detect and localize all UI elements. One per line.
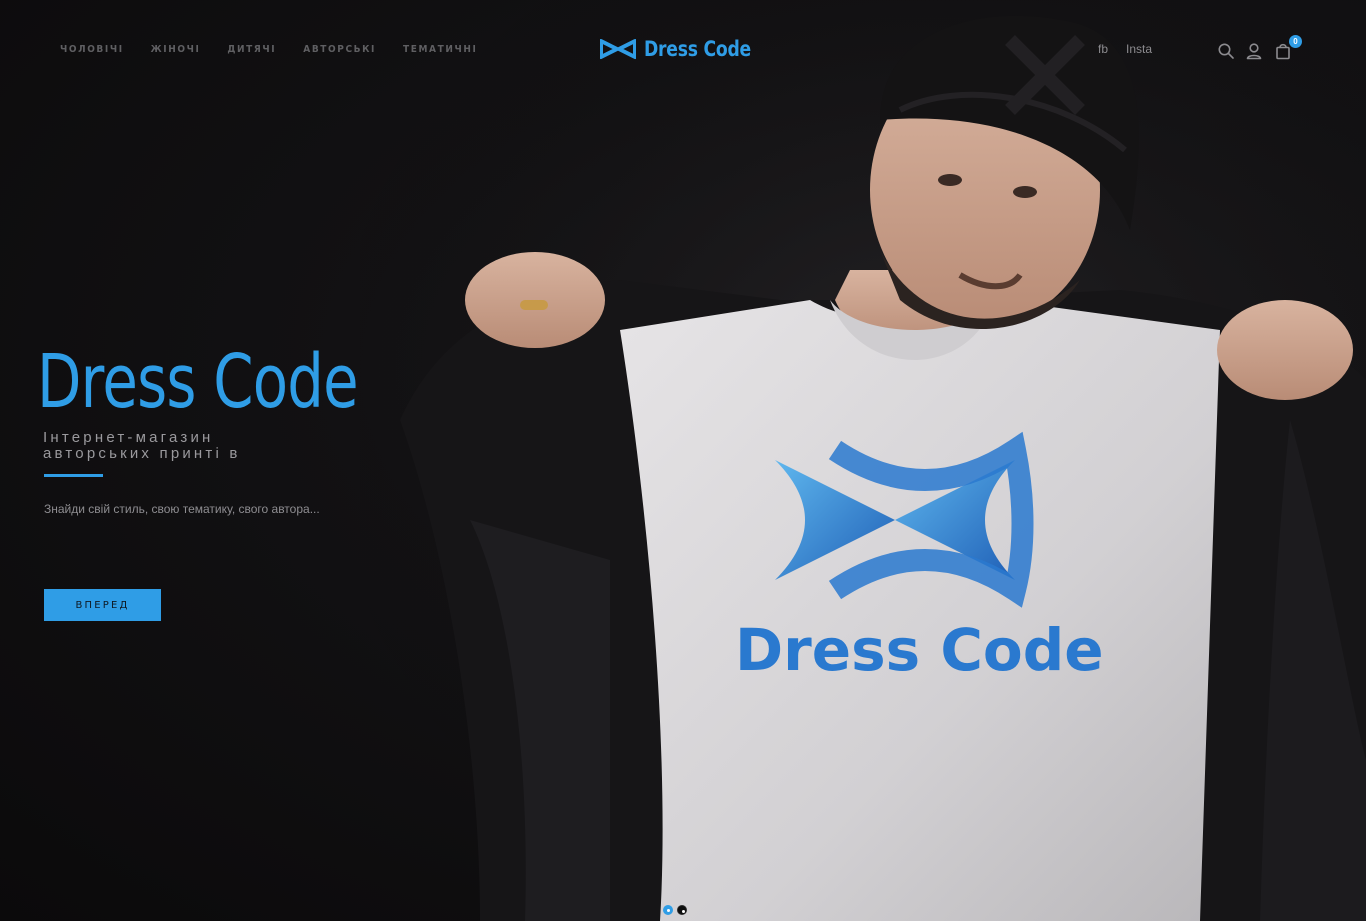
forward-button[interactable]: ВПЕРЕД [44,589,161,621]
search-icon[interactable] [1217,42,1235,60]
nav-item-women[interactable]: жіночі [151,44,201,55]
instagram-link[interactable]: Insta [1126,42,1152,56]
slider-dot-1[interactable] [663,905,673,915]
main-nav: чоловічі жіночі дитячі авторські тематич… [60,44,504,55]
slider-dots [663,905,687,915]
hero-title: Dress Code [37,339,359,425]
user-icon[interactable] [1245,42,1263,60]
nav-item-author[interactable]: авторські [303,44,376,55]
hero-section: Dress Code чоловічі жіночі дитячі авторс… [0,0,1366,921]
brand-logo-link[interactable]: Dress Code [600,36,774,62]
hero-photo: Dress Code [360,0,1366,921]
nav-item-kids[interactable]: дитячі [227,44,276,55]
facebook-link[interactable]: fb [1098,42,1108,56]
nav-item-men[interactable]: чоловічі [60,44,124,55]
hero-subtitle: Інтернет-магазин авторських принті в [43,429,241,462]
brand-name: Dress Code [644,37,751,61]
slider-dot-2[interactable] [677,905,687,915]
brand-logo-icon [600,39,636,59]
site-header: чоловічі жіночі дитячі авторські тематич… [0,0,1366,100]
cart-count-badge: 0 [1289,35,1302,48]
hero-divider [44,474,103,477]
nav-item-thematic[interactable]: тематичні [403,44,477,55]
shirt-print-text: Dress Code [735,616,1104,684]
hero-tagline: Знайди свій стиль, свою тематику, свого … [44,502,320,516]
